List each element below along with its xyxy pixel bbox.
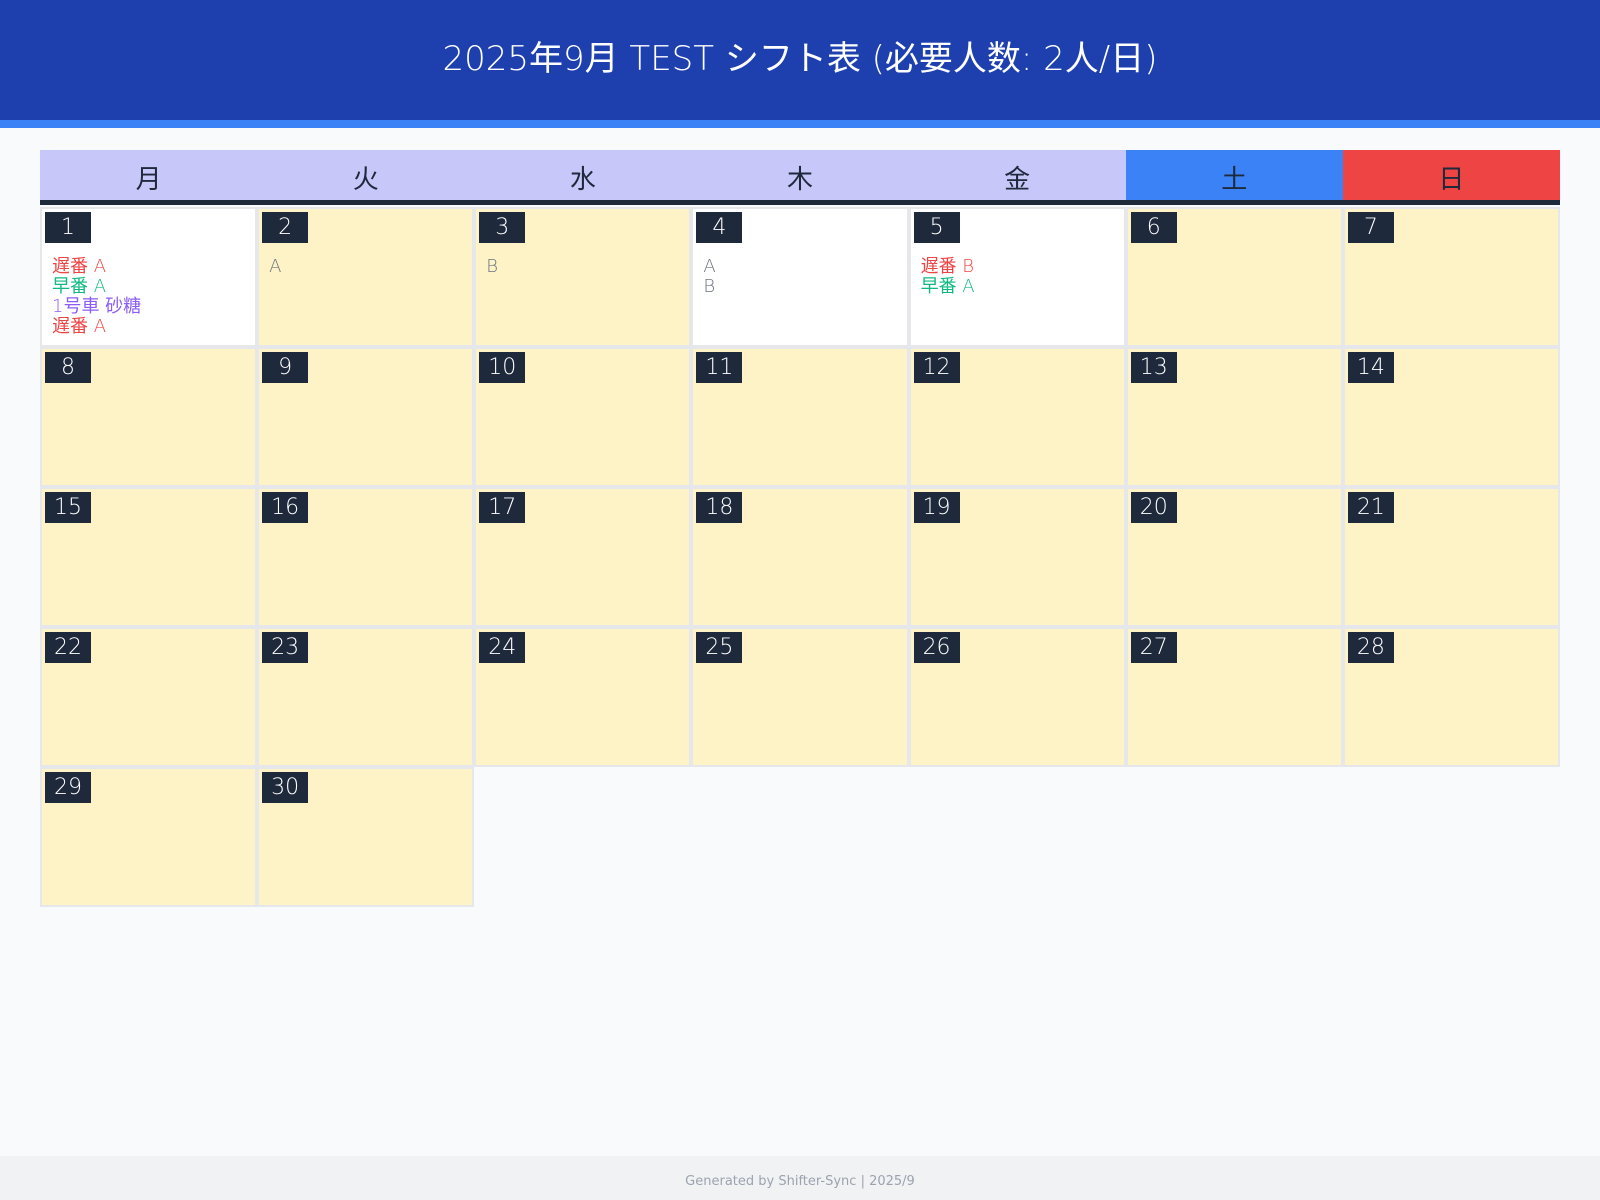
day-number: 24	[479, 632, 526, 663]
day-cell[interactable]: 26	[908, 627, 1126, 767]
day-cell[interactable]: 8	[40, 347, 258, 487]
shift-entry: A	[269, 256, 282, 277]
shift-entries: 遅番 A 早番 A 1号車 砂糖 遅番 A	[52, 257, 141, 337]
day-number: 2	[262, 212, 309, 243]
day-cell[interactable]: 5 遅番 B 早番 A	[908, 207, 1126, 347]
day-cell[interactable]: 25	[691, 627, 909, 767]
day-number: 8	[45, 352, 91, 383]
day-cell[interactable]: 30	[257, 767, 475, 907]
day-number: 7	[1347, 212, 1394, 243]
day-number: 9	[262, 352, 309, 383]
weekday-header-row: 月火水木金土日	[40, 150, 1560, 205]
day-number: 3	[479, 212, 526, 243]
day-number: 14	[1347, 352, 1394, 383]
day-cell[interactable]: 29	[40, 767, 258, 907]
day-number: 6	[1130, 212, 1177, 243]
day-number: 22	[45, 632, 91, 663]
day-cell[interactable]: 28	[1342, 627, 1560, 767]
day-cell[interactable]: 23	[257, 627, 475, 767]
day-cell[interactable]: 11	[691, 347, 909, 487]
day-cell[interactable]: 21	[1342, 487, 1560, 627]
day-cell[interactable]: 13	[1125, 347, 1343, 487]
day-cell[interactable]: 12	[908, 347, 1126, 487]
shift-entries: 遅番 B 早番 A	[921, 257, 975, 297]
shift-entry: 早番 A	[920, 276, 975, 297]
day-number: 10	[479, 352, 526, 383]
day-number: 20	[1130, 492, 1177, 523]
day-number: 28	[1347, 632, 1394, 663]
day-cell[interactable]: 10	[474, 347, 692, 487]
day-number: 12	[913, 352, 960, 383]
shift-entry: B	[703, 276, 716, 297]
day-cell[interactable]: 14	[1342, 347, 1560, 487]
day-number: 19	[913, 492, 960, 523]
day-cell[interactable]: 15	[40, 487, 258, 627]
shift-entry: 遅番 A	[52, 256, 107, 277]
page-footer: Generated by Shifter-Sync | 2025/9	[0, 1156, 1600, 1200]
day-number: 13	[1130, 352, 1177, 383]
day-cell[interactable]: 9	[257, 347, 475, 487]
calendar-grid: 1 遅番 A 早番 A 1号車 砂糖 遅番 A 2 A 3 B 4 A B 5 遅番 B 早番 A67891…	[40, 207, 1560, 907]
weekday-header: 火	[257, 150, 475, 200]
day-number: 27	[1130, 632, 1177, 663]
day-number: 26	[913, 632, 960, 663]
weekday-header: 金	[908, 150, 1126, 200]
day-cell[interactable]: 16	[257, 487, 475, 627]
day-cell[interactable]: 27	[1125, 627, 1343, 767]
shift-entries: A	[269, 257, 281, 277]
shift-entry: B	[486, 256, 499, 277]
shift-entries: AB	[703, 257, 715, 297]
day-cell[interactable]: 24	[474, 627, 692, 767]
day-number: 21	[1347, 492, 1394, 523]
day-cell[interactable]: 7	[1342, 207, 1560, 347]
day-cell[interactable]: 6	[1125, 207, 1343, 347]
shift-entries: B	[486, 257, 498, 277]
weekday-header: 水	[474, 150, 692, 200]
shift-entry: A	[703, 256, 716, 277]
shift-entry: 1号車 砂糖	[52, 296, 142, 317]
day-number: 5	[913, 212, 960, 243]
day-number: 30	[262, 772, 309, 803]
weekday-header: 月	[40, 150, 258, 200]
day-cell[interactable]: 1 遅番 A 早番 A 1号車 砂糖 遅番 A	[40, 207, 258, 347]
page-header: 2025年9月 TEST シフト表 (必要人数: 2人/日)	[0, 0, 1600, 128]
day-cell[interactable]: 22	[40, 627, 258, 767]
weekday-header: 木	[691, 150, 909, 200]
shift-calendar: 月火水木金土日 1 遅番 A 早番 A 1号車 砂糖 遅番 A 2 A 3 B 4 A B 5 遅番 B早…	[40, 150, 1560, 907]
page-title: 2025年9月 TEST シフト表 (必要人数: 2人/日)	[442, 38, 1158, 79]
day-number: 17	[479, 492, 526, 523]
footer-text: Generated by Shifter-Sync | 2025/9	[685, 1173, 915, 1189]
day-number: 11	[696, 352, 743, 383]
day-number: 23	[262, 632, 309, 663]
day-cell[interactable]: 4 AB	[691, 207, 909, 347]
day-number: 18	[696, 492, 743, 523]
day-cell[interactable]: 18	[691, 487, 909, 627]
day-cell[interactable]: 2A	[257, 207, 475, 347]
shift-entry: 遅番 B	[920, 256, 975, 277]
day-number: 16	[262, 492, 309, 523]
day-number: 29	[45, 772, 91, 803]
day-number: 4	[696, 212, 743, 243]
day-cell[interactable]: 20	[1125, 487, 1343, 627]
weekday-header: 日	[1342, 150, 1560, 200]
day-number: 25	[696, 632, 743, 663]
shift-entry: 遅番 A	[52, 316, 107, 337]
weekday-header: 土	[1125, 150, 1343, 200]
shift-entry: 早番 A	[52, 276, 107, 297]
day-cell[interactable]: 17	[474, 487, 692, 627]
day-cell[interactable]: 3B	[474, 207, 692, 347]
day-number: 1	[45, 212, 91, 243]
day-number: 15	[45, 492, 91, 523]
day-cell[interactable]: 19	[908, 487, 1126, 627]
